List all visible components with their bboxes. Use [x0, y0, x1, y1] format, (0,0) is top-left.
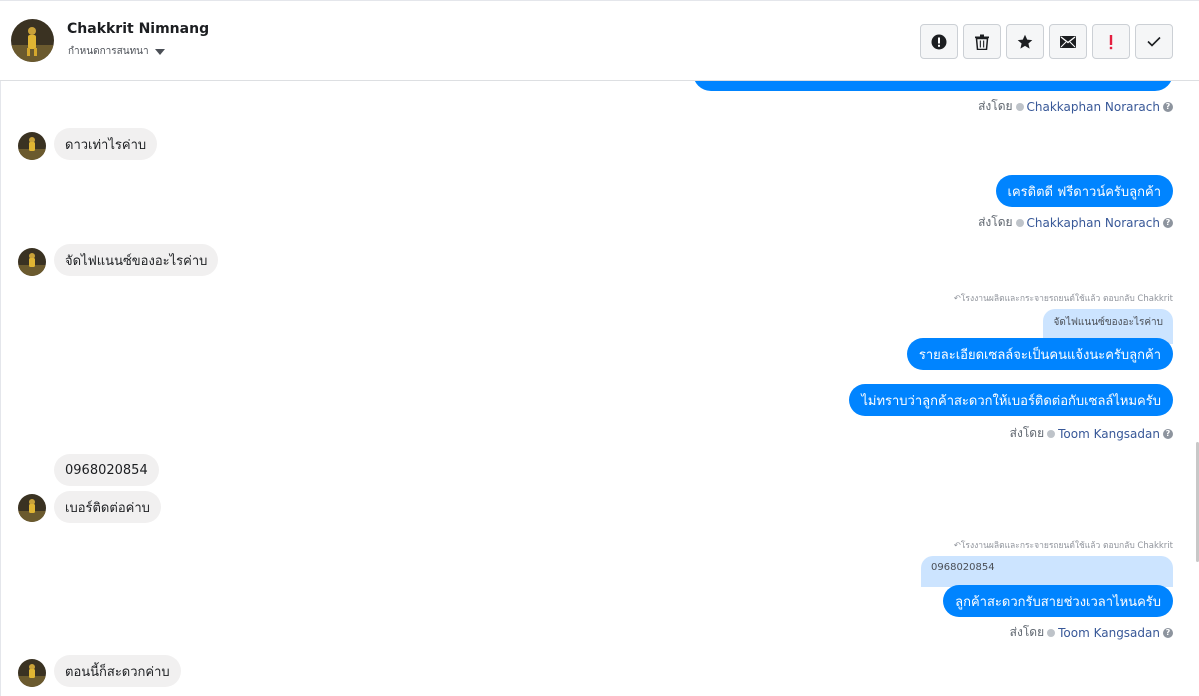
contact-avatar[interactable]: [11, 19, 54, 62]
verified-icon: [1047, 429, 1056, 438]
reply-arrow-icon: ↶: [953, 541, 961, 551]
conversation-label-dropdown[interactable]: กำหนดการสนทนา: [68, 44, 165, 59]
reply-header: ↶โรงงานผลิตและกระจายรถยนต์ใช้แล้ว ตอบกลั…: [953, 541, 1173, 551]
mail-icon: [1060, 35, 1076, 48]
incoming-message[interactable]: ตอนนี้ก็สะดวกค่าบ: [54, 655, 181, 687]
reply-header: ↶โรงงานผลิตและกระจายรถยนต์ใช้แล้ว ตอบกลั…: [953, 294, 1173, 304]
incoming-message[interactable]: ดาวเท่าไรค่าบ: [54, 128, 158, 160]
done-check-icon: [1147, 36, 1161, 47]
outgoing-message[interactable]: รายละเอียดเซลล์จะเป็นคนแจ้งนะครับลูกค้า: [906, 338, 1173, 370]
reply-arrow-icon: ↶: [953, 294, 961, 304]
sender-link[interactable]: Chakkaphan Norarach: [1027, 100, 1160, 114]
outgoing-message[interactable]: ลูกค้าสะดวกรับสายช่วงเวลาไหนครับ: [943, 585, 1173, 617]
help-icon[interactable]: ?: [1163, 428, 1173, 439]
report-button[interactable]: [920, 24, 958, 59]
outgoing-message-partial: [693, 81, 1173, 91]
verified-icon: [1015, 102, 1024, 111]
verified-icon: [1015, 218, 1024, 227]
help-icon[interactable]: ?: [1163, 217, 1173, 228]
trash-icon: [975, 34, 989, 50]
sender-link[interactable]: Chakkaphan Norarach: [1027, 216, 1160, 230]
message-thread[interactable]: ส่งโดย Chakkaphan Norarach ? ดาวเท่าไรค่…: [0, 81, 1199, 696]
delete-button[interactable]: [963, 24, 1001, 59]
help-icon[interactable]: ?: [1163, 101, 1173, 112]
sender-link[interactable]: Toom Kangsadan: [1058, 626, 1160, 640]
star-button[interactable]: [1006, 24, 1044, 59]
conversation-toolbar: [920, 24, 1173, 59]
contact-avatar-small: [18, 248, 46, 276]
important-icon: [1109, 34, 1113, 49]
outgoing-message[interactable]: เครดิตดี ฟรีดาวน์ครับลูกค้า: [995, 175, 1173, 207]
incoming-message[interactable]: เบอร์ติดต่อค่าบ: [54, 491, 161, 523]
contact-avatar-small: [18, 132, 46, 160]
contact-name[interactable]: Chakkrit Nimnang: [67, 21, 209, 37]
help-icon[interactable]: ?: [1163, 627, 1173, 638]
verified-icon: [1047, 628, 1056, 637]
report-icon: [931, 34, 947, 49]
done-button[interactable]: [1135, 24, 1173, 59]
sent-by-line: ส่งโดย Toom Kangsadan ?: [1010, 623, 1173, 642]
incoming-message[interactable]: จัดไฟแนนซ์ของอะไรค่าบ: [54, 244, 219, 276]
label-dropdown-text: กำหนดการสนทนา: [68, 46, 149, 57]
important-button[interactable]: [1092, 24, 1130, 59]
sent-by-line: ส่งโดย Toom Kangsadan ?: [1010, 424, 1173, 443]
mark-unread-button[interactable]: [1049, 24, 1087, 59]
sender-link[interactable]: Toom Kangsadan: [1058, 427, 1160, 441]
contact-avatar-small: [18, 659, 46, 687]
contact-avatar-small: [18, 494, 46, 522]
star-icon: [1017, 34, 1033, 49]
incoming-message[interactable]: 0968020854: [54, 454, 159, 486]
sent-by-line: ส่งโดย Chakkaphan Norarach ?: [978, 213, 1173, 232]
sent-by-line: ส่งโดย Chakkaphan Norarach ?: [978, 97, 1173, 116]
quoted-message: 0968020854: [921, 556, 1173, 587]
outgoing-message[interactable]: ไม่ทราบว่าลูกค้าสะดวกให้เบอร์ติดต่อกับเซ…: [849, 384, 1173, 416]
conversation-header: Chakkrit Nimnang กำหนดการสนทนา: [0, 0, 1199, 81]
caret-down-icon: [154, 48, 165, 55]
